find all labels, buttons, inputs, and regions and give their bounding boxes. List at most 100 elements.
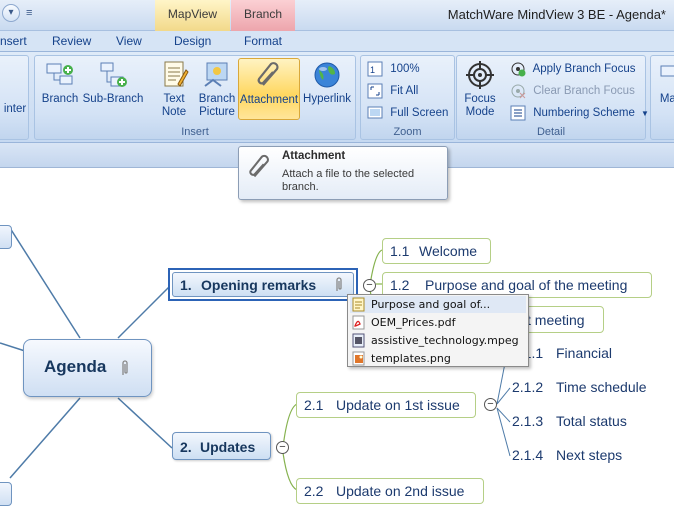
attachment-item-note-label: Purpose and goal of... [371, 298, 491, 311]
tab-design[interactable]: Design [174, 34, 211, 48]
fit-all-icon [367, 83, 383, 99]
sub-2-1-4-number: 2.1.4 [512, 447, 544, 463]
sub-1-1-label: Welcome [419, 243, 478, 259]
zoom-100-icon: 1 [367, 61, 383, 77]
globe-icon [314, 62, 340, 88]
zoom-100-label: 100% [390, 63, 420, 75]
tab-review[interactable]: Review [52, 34, 91, 48]
focus-mode-label: Focus Mode [464, 93, 496, 118]
sub-branch-update-1[interactable]: 2.1 Update on 1st issue [296, 392, 476, 418]
window-title: MatchWare MindView 3 BE - Agenda* [447, 7, 666, 22]
apply-focus-icon [511, 62, 526, 77]
group-label-zoom: Zoom [393, 126, 422, 138]
customize-quick-access-icon[interactable]: ≡ [26, 7, 32, 19]
left-cut-button[interactable]: inter [1, 103, 29, 117]
group-label-detail: Detail [536, 126, 566, 138]
tab-view[interactable]: View [116, 34, 142, 48]
connector-root-left [0, 342, 26, 352]
sub-2-1-1-label: Financial [556, 345, 613, 361]
sub-branch-total-status[interactable]: 2.1.3 Total status [512, 412, 642, 432]
collapse-sub-2-1-icon[interactable]: − [484, 398, 497, 411]
sub-1-3-label: st meeting [520, 312, 585, 328]
tab-format[interactable]: Format [244, 34, 282, 48]
root-paperclip-icon[interactable] [120, 358, 130, 378]
collapse-branch-1-icon[interactable]: − [363, 279, 376, 292]
attachment-button[interactable]: Attachment [238, 58, 300, 120]
branch-1-label: Opening remarks [201, 277, 317, 293]
fit-all-label: Fit All [390, 85, 419, 97]
left-cut-label: inter [3, 103, 27, 115]
clear-branch-focus-button[interactable]: Clear Branch Focus [510, 81, 635, 101]
attachment-label: Attachment [239, 94, 299, 106]
sub-2-1-number: 2.1 [304, 397, 324, 413]
branch-picture-button[interactable]: Branch Picture [195, 58, 239, 120]
branch-picture-icon [204, 62, 228, 87]
target-icon [466, 61, 494, 89]
apply-branch-focus-button[interactable]: Apply Branch Focus [510, 59, 635, 79]
context-tab-branch: Branch [231, 0, 295, 31]
attachment-item-note[interactable]: Purpose and goal of... [350, 296, 526, 313]
attachment-item-png-label: templates.png [371, 352, 451, 365]
sub-2-1-3-number: 2.1.3 [512, 413, 544, 429]
clear-branch-focus-label: Clear Branch Focus [533, 85, 635, 97]
paperclip-icon [249, 154, 269, 178]
quick-access-icon[interactable]: ▾ [2, 4, 20, 22]
branch-button[interactable]: Branch [39, 58, 81, 120]
sub-branch-button[interactable]: Sub-Branch [81, 58, 145, 120]
group-right-cut: Map [650, 55, 674, 140]
ribbon-tabs: nsert Review View Design Format [0, 31, 674, 83]
sub-branch-next-steps[interactable]: 2.1.4 Next steps [512, 446, 642, 466]
attachment-tooltip: Attachment Attach a file to the selected… [238, 146, 448, 200]
branch-2-number: 2. [180, 439, 192, 455]
full-screen-icon [367, 106, 383, 119]
sub-2-1-2-number: 2.1.2 [512, 379, 544, 395]
cut-node-top[interactable] [0, 225, 12, 249]
collapse-branch-2-icon[interactable]: − [276, 441, 289, 454]
attachment-item-pdf[interactable]: OEM_Prices.pdf [350, 314, 526, 331]
title-bar: ▾ ≡ MapView Branch MatchWare MindView 3 … [0, 0, 674, 31]
hyperlink-label: Hyperlink [303, 93, 351, 105]
attachment-item-png[interactable]: templates.png [350, 350, 526, 367]
root-node[interactable]: Agenda [23, 339, 152, 397]
numbering-scheme-label: Numbering Scheme [533, 107, 635, 119]
group-detail: Focus Mode Apply Branch Focus Clear Bran… [456, 55, 649, 140]
text-note-icon [352, 297, 365, 312]
right-cut-button[interactable]: Map [653, 58, 674, 120]
ribbon: inter Branch Sub-Branch Text Note Branch… [0, 52, 674, 143]
dropdown-arrow-icon: ▼ [641, 109, 649, 118]
text-note-label: Text Note [161, 93, 187, 118]
hyperlink-button[interactable]: Hyperlink [301, 58, 353, 120]
tooltip-title: Attachment [282, 150, 346, 162]
sub-branch-time-schedule[interactable]: 2.1.2 Time schedule [512, 378, 662, 398]
clear-focus-icon [511, 84, 526, 99]
branch-1-paperclip-icon[interactable] [334, 276, 344, 294]
sub-1-1-number: 1.1 [390, 243, 410, 259]
zoom-100-button[interactable]: 1 100% [367, 59, 420, 79]
numbering-scheme-button[interactable]: Numbering Scheme ▼ [510, 103, 649, 123]
branch-1-number: 1. [180, 277, 192, 293]
sub-branch-label: Sub-Branch [82, 93, 144, 105]
text-note-button[interactable]: Text Note [153, 58, 195, 120]
branch-updates[interactable]: 2. Updates [172, 432, 271, 460]
connector-root-bottomleft [9, 397, 81, 479]
connector-root-branch1 [117, 285, 171, 339]
sub-2-1-3-label: Total status [556, 413, 627, 429]
group-zoom: 1 100% Fit All Full Screen Zoom [360, 55, 455, 140]
map-canvas[interactable]: Agenda 1. Opening remarks − 2. Updates −… [0, 168, 674, 529]
sub-branch-welcome[interactable]: 1.1 Welcome [382, 238, 491, 264]
right-cut-label: Map [659, 93, 674, 105]
numbering-icon [510, 105, 526, 121]
branch-opening-remarks[interactable]: 1. Opening remarks [168, 268, 358, 301]
attachment-item-mpeg-label: assistive_technology.mpeg [371, 334, 519, 347]
sub-branch-update-2[interactable]: 2.2 Update on 2nd issue [296, 478, 484, 504]
attachment-item-mpeg[interactable]: assistive_technology.mpeg [350, 332, 526, 349]
focus-mode-button[interactable]: Focus Mode [459, 58, 501, 120]
cut-node-bottom[interactable] [0, 482, 12, 506]
map-icon [660, 65, 674, 77]
video-file-icon [352, 333, 365, 348]
group-left-cut: inter [0, 55, 29, 140]
fit-all-button[interactable]: Fit All [367, 81, 418, 101]
full-screen-button[interactable]: Full Screen [367, 103, 448, 123]
tab-insert[interactable]: nsert [0, 34, 27, 48]
branch-label: Branch [41, 93, 79, 105]
